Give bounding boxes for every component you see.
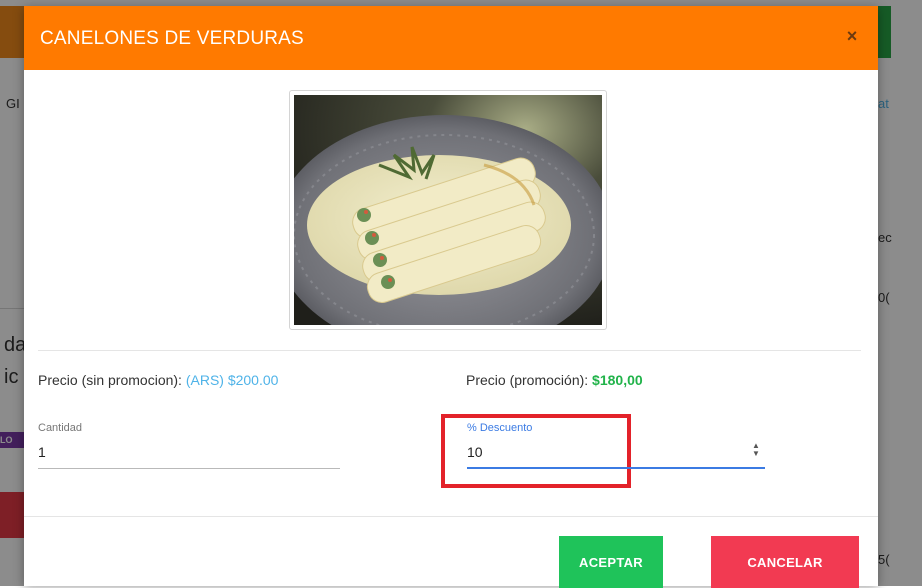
regular-price-value: (ARS) $200.00 bbox=[185, 372, 279, 388]
regular-price-label: Precio (sin promocion): bbox=[38, 372, 186, 388]
promo-price-label: Precio (promoción): bbox=[466, 372, 593, 388]
close-icon[interactable]: × bbox=[842, 26, 862, 46]
stepper-down-icon[interactable]: ▼ bbox=[751, 450, 761, 458]
product-modal: CANELONES DE VERDURAS × Precio (sin prom… bbox=[24, 6, 878, 588]
quantity-field[interactable] bbox=[38, 442, 338, 462]
discount-label: % Descuento bbox=[467, 422, 533, 434]
regular-price: Precio (sin promocion): (ARS) $200.00 bbox=[38, 372, 278, 388]
accept-button[interactable]: ACEPTAR bbox=[559, 536, 663, 588]
content-divider bbox=[38, 350, 861, 351]
quantity-label: Cantidad bbox=[38, 422, 83, 434]
modal-title: CANELONES DE VERDURAS bbox=[40, 28, 304, 49]
promo-price: Precio (promoción): $180,00 bbox=[466, 372, 643, 388]
discount-stepper[interactable]: ▲ ▼ bbox=[751, 442, 761, 460]
product-photo bbox=[294, 95, 602, 325]
discount-field[interactable] bbox=[467, 442, 737, 462]
footer-divider bbox=[24, 516, 878, 517]
discount-underline bbox=[467, 467, 765, 469]
cancel-button[interactable]: CANCELAR bbox=[711, 536, 859, 588]
modal-header: CANELONES DE VERDURAS × bbox=[24, 6, 878, 70]
product-image-frame bbox=[289, 90, 607, 330]
quantity-underline bbox=[38, 468, 340, 469]
promo-price-value: $180,00 bbox=[592, 372, 643, 388]
